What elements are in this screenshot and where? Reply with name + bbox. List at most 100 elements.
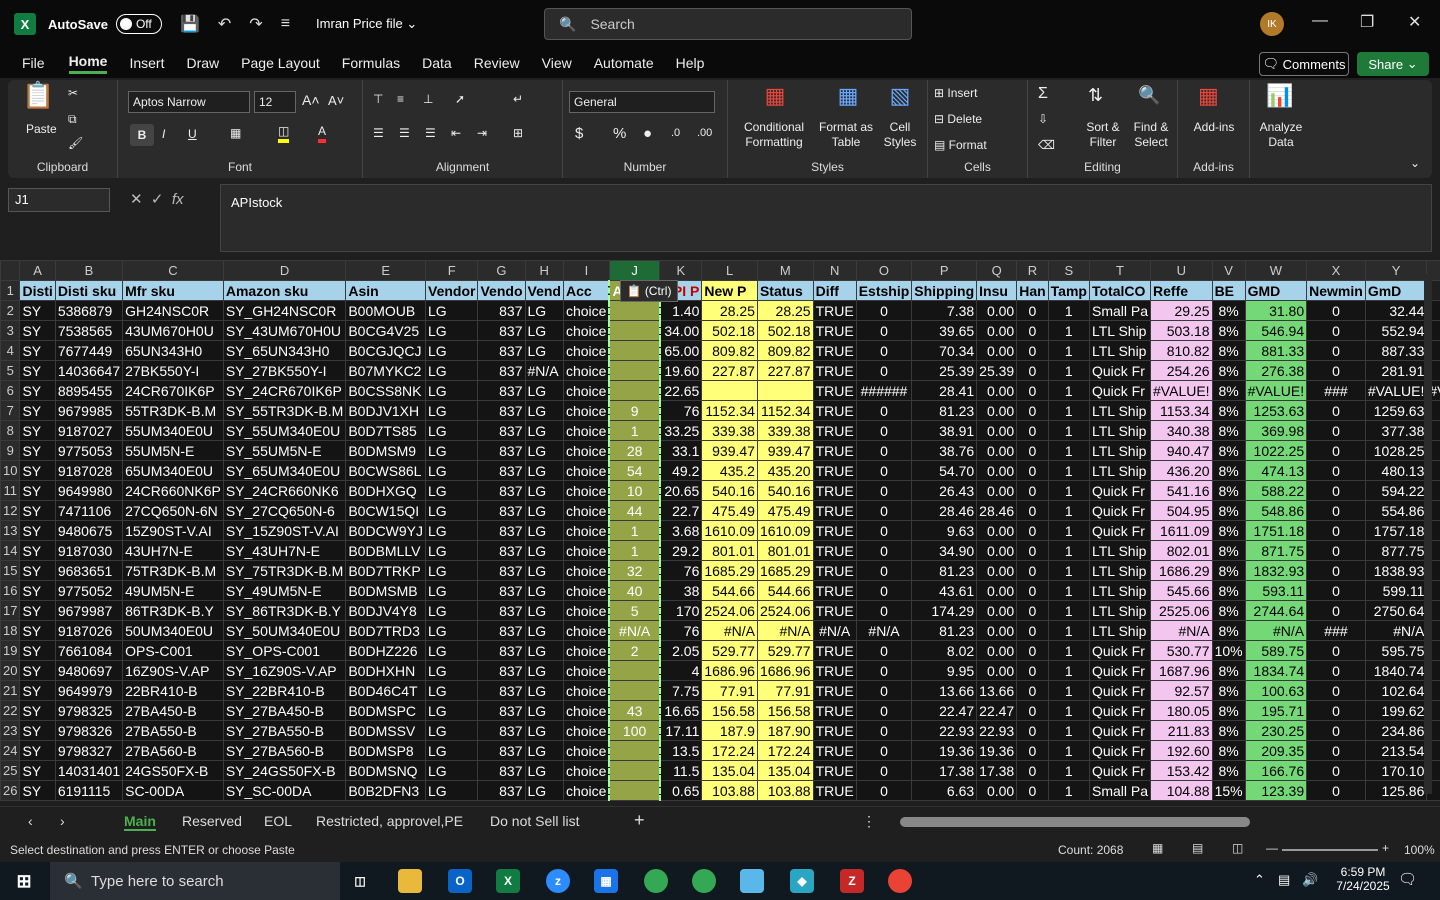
cell-styles-icon[interactable]: ▧ bbox=[878, 85, 922, 107]
cell[interactable]: TRUE bbox=[812, 440, 857, 461]
row-header[interactable]: 26 bbox=[0, 780, 21, 801]
cell[interactable]: 552.94 bbox=[1364, 320, 1428, 341]
cell[interactable]: LG bbox=[425, 780, 479, 801]
cell[interactable]: 28.25 bbox=[701, 300, 758, 321]
cell[interactable]: 76 bbox=[659, 400, 703, 421]
cell[interactable]: 0 bbox=[1306, 420, 1366, 441]
decrease-indent-icon[interactable]: ⇤ bbox=[451, 126, 461, 141]
fill-icon[interactable]: ⇩ bbox=[1038, 112, 1048, 127]
cell[interactable]: 65.00 bbox=[659, 340, 703, 361]
chrome-profile-icon[interactable] bbox=[692, 869, 716, 893]
row-header[interactable]: 12 bbox=[0, 500, 21, 521]
cell[interactable]: LG bbox=[425, 320, 479, 341]
column-header-j[interactable]: J bbox=[608, 260, 661, 281]
cell[interactable]: 9649980 bbox=[54, 480, 124, 501]
cell[interactable]: 0 bbox=[1016, 300, 1049, 321]
number-format-select[interactable]: General bbox=[569, 91, 715, 113]
search-input[interactable]: 🔍 Search bbox=[544, 8, 912, 40]
cell[interactable]: 27CQ650N-6N bbox=[122, 500, 224, 521]
cell[interactable]: 1253.63 bbox=[1244, 400, 1308, 421]
chrome-alt-icon[interactable] bbox=[888, 869, 912, 893]
cell[interactable]: SY bbox=[19, 580, 56, 601]
cell[interactable]: 1610.09 bbox=[756, 520, 814, 541]
cell[interactable]: LG bbox=[524, 520, 564, 541]
cell[interactable]: 0 bbox=[1016, 560, 1049, 581]
cell[interactable]: 1686.29 bbox=[1150, 560, 1213, 581]
cell[interactable]: B0CGJQCJ bbox=[345, 340, 427, 361]
cell[interactable]: choice bbox=[562, 720, 610, 741]
page-break-view-icon[interactable]: ◫ bbox=[1232, 841, 1243, 855]
cell[interactable]: 480.13 bbox=[1364, 460, 1428, 481]
cell[interactable]: 32.44 bbox=[1364, 300, 1428, 321]
cell[interactable]: 0 bbox=[855, 700, 913, 721]
column-header-p[interactable]: P bbox=[911, 260, 978, 281]
cell[interactable]: SY bbox=[19, 620, 56, 641]
cell[interactable]: Quick Fr bbox=[1088, 520, 1152, 541]
increase-font-icon[interactable]: A˄ bbox=[302, 93, 320, 108]
cell[interactable]: 8% bbox=[1211, 300, 1246, 321]
cell[interactable]: B0DMSMB bbox=[345, 580, 427, 601]
cell[interactable]: 1757.18 bbox=[1364, 520, 1428, 541]
cell[interactable]: 19.36 bbox=[976, 740, 1018, 761]
cell[interactable]: 0 bbox=[855, 560, 913, 581]
file-name[interactable]: Imran Price file ⌄ bbox=[316, 16, 417, 32]
cell[interactable]: LG bbox=[425, 560, 479, 581]
cell[interactable]: 9187027 bbox=[54, 420, 124, 441]
cell[interactable]: LG bbox=[425, 420, 479, 441]
cell[interactable]: 2524.06 bbox=[756, 600, 814, 621]
cell[interactable]: LG bbox=[524, 600, 564, 621]
cell[interactable]: 0 bbox=[855, 600, 913, 621]
cell[interactable]: 546.94 bbox=[1244, 320, 1308, 341]
notifications-icon[interactable]: 🗨 bbox=[1398, 870, 1417, 888]
cell[interactable]: 8% bbox=[1211, 560, 1246, 581]
cell[interactable]: LG bbox=[425, 640, 479, 661]
cell[interactable]: #VALUE! bbox=[1364, 380, 1428, 401]
cell[interactable]: 0 bbox=[1016, 460, 1049, 481]
cell[interactable]: 1 bbox=[1047, 540, 1090, 561]
cut-icon[interactable]: ✂ bbox=[68, 86, 78, 101]
cell[interactable]: LG bbox=[524, 580, 564, 601]
normal-view-icon[interactable]: ▦ bbox=[1152, 841, 1163, 855]
tab-review[interactable]: Review bbox=[474, 55, 520, 71]
column-header-h[interactable]: H bbox=[524, 260, 564, 281]
cell[interactable]: SY_65UN343H0 bbox=[222, 340, 347, 361]
cell[interactable]: LTL Ship bbox=[1088, 540, 1152, 561]
column-header-u[interactable]: U bbox=[1150, 260, 1213, 281]
cell[interactable]: 887.33 bbox=[1364, 340, 1428, 361]
cell[interactable] bbox=[608, 780, 661, 801]
cell[interactable]: 27BA560-B bbox=[122, 740, 224, 761]
cell[interactable]: choice bbox=[562, 300, 610, 321]
cell[interactable]: 2524.06 bbox=[701, 600, 758, 621]
cell[interactable]: LTL Ship bbox=[1088, 620, 1152, 641]
cell[interactable]: 837 bbox=[477, 560, 526, 581]
cell[interactable]: SY_50UM340E0U bbox=[222, 620, 347, 641]
cell[interactable]: 11.5 bbox=[659, 760, 703, 781]
cell[interactable]: 33.25 bbox=[659, 420, 703, 441]
cell[interactable]: 227.87 bbox=[756, 360, 814, 381]
cell[interactable]: 211.83 bbox=[1150, 720, 1213, 741]
cell[interactable]: LG bbox=[425, 700, 479, 721]
row-header[interactable]: 15 bbox=[0, 560, 21, 581]
chrome-icon[interactable] bbox=[644, 869, 668, 893]
cell[interactable]: LG bbox=[425, 300, 479, 321]
autosum-icon[interactable]: Σ bbox=[1038, 86, 1048, 102]
cell[interactable] bbox=[608, 340, 661, 361]
tab-data[interactable]: Data bbox=[422, 55, 452, 71]
cell[interactable]: TRUE bbox=[812, 700, 857, 721]
cell[interactable]: 837 bbox=[477, 380, 526, 401]
cell[interactable]: SC-00DA bbox=[122, 780, 224, 801]
cell[interactable]: 0 bbox=[1306, 760, 1366, 781]
column-header-k[interactable]: K bbox=[659, 260, 703, 281]
cell[interactable]: 1 bbox=[1047, 340, 1090, 361]
cell[interactable]: SY_27BA450-B bbox=[222, 700, 347, 721]
cell[interactable]: 1.40 bbox=[659, 300, 703, 321]
cell[interactable]: 9187030 bbox=[54, 540, 124, 561]
cell[interactable]: LG bbox=[425, 600, 479, 621]
cell[interactable]: 369.98 bbox=[1244, 420, 1308, 441]
cell[interactable]: 1840.74 bbox=[1364, 660, 1428, 681]
cell[interactable] bbox=[701, 380, 758, 401]
cell[interactable]: 54.70 bbox=[911, 460, 978, 481]
cell[interactable]: 8% bbox=[1211, 680, 1246, 701]
cell[interactable]: 1 bbox=[1047, 360, 1090, 381]
cell[interactable]: 837 bbox=[477, 780, 526, 801]
